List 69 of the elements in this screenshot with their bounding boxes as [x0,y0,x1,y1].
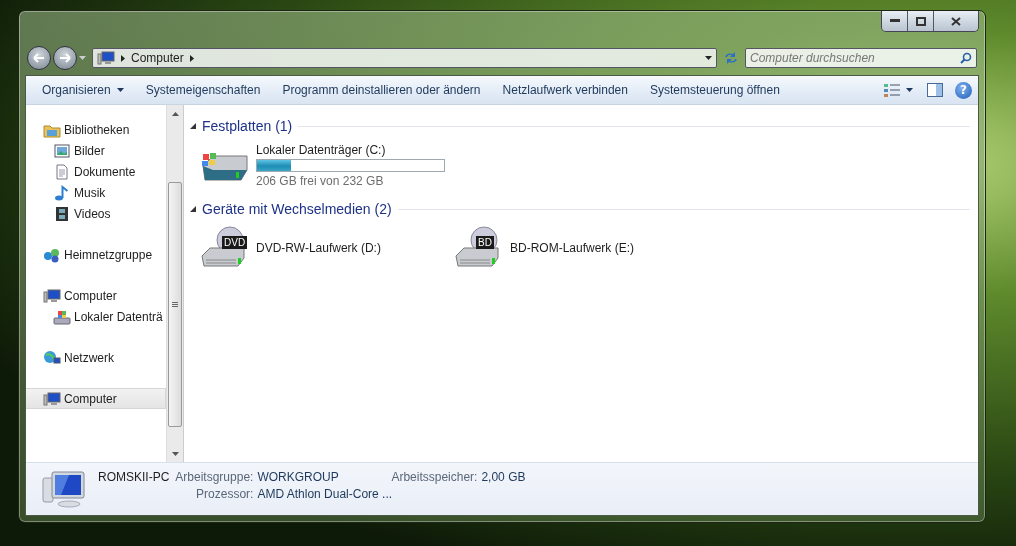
detail-label: Arbeitsspeicher: [391,470,478,484]
collapse-triangle-icon[interactable] [190,123,196,129]
computer-icon [43,390,61,407]
nav-item[interactable]: Bilder [26,140,166,161]
nav-item[interactable]: Computer [26,285,166,306]
forward-button[interactable] [53,46,77,70]
back-button[interactable] [27,46,51,70]
command-button[interactable]: Netzlaufwerk verbinden [492,79,638,101]
details-view-icon [884,83,900,97]
chevron-icon[interactable] [189,54,194,62]
drive-name: BD-ROM-Laufwerk (E:) [510,241,634,255]
nav-item[interactable]: Computer [26,388,166,409]
command-button[interactable]: Systemsteuerung öffnen [639,79,790,101]
nav-item[interactable]: Bibliotheken [26,119,166,140]
nav-item[interactable]: Heimnetzgruppe [26,244,166,265]
detail-label: Prozessor: [195,487,254,501]
left-arrow-icon [33,53,45,63]
computer-icon [43,287,61,304]
nav-item[interactable]: Dokumente [26,161,166,182]
grip-icon [172,302,178,307]
film-icon [53,205,71,222]
search-icon [960,52,972,64]
command-button[interactable]: Organisieren [32,79,134,101]
detail-value: 2,00 GB [481,470,526,484]
close-icon [951,16,961,26]
command-button[interactable]: Programm deinstallieren oder ändern [272,79,491,101]
nav-item[interactable]: Lokaler Datenträ [26,306,166,327]
scrollbar-thumb[interactable] [168,182,182,427]
command-button[interactable]: Systemeigenschaften [135,79,271,101]
detail-value: AMD Athlon Dual-Core ... [257,487,394,501]
document-icon [53,163,71,180]
homegroup-icon [43,246,61,263]
network-globe-icon [43,349,61,366]
nav-item[interactable]: Musik [26,182,166,203]
nav-item[interactable]: Netzwerk [26,347,166,368]
group-header[interactable]: Festplatten (1) [202,118,293,134]
detail-value: WORKGROUP [257,470,340,484]
scrollbar[interactable] [166,105,184,462]
group-header[interactable]: Geräte mit Wechselmedien (2) [202,201,392,217]
right-arrow-icon [59,53,71,63]
drive-icon [53,308,71,325]
caret-icon [906,88,913,92]
minimize-icon [889,19,900,23]
drive-name: DVD-RW-Laufwerk (D:) [256,241,381,255]
free-space-text: 206 GB frei von 232 GB [256,174,385,188]
close-button[interactable] [934,11,978,31]
picture-icon [53,142,71,159]
breadcrumb[interactable]: Computer [131,51,184,65]
drive-item[interactable]: DVD DVD-RW-Laufwerk (D:) [200,224,454,272]
computer-monitor-icon [42,470,86,508]
nav-item[interactable]: Videos [26,203,166,224]
up-arrow-icon [171,111,179,116]
detail-label: Arbeitsgruppe: [175,470,254,484]
computer-icon [97,50,115,66]
computer-name: ROMSKII-PC [98,470,171,484]
maximize-button[interactable] [908,11,934,31]
maximize-icon [915,16,926,26]
collapse-triangle-icon[interactable] [190,206,196,212]
drive-name: Lokaler Datenträger (C:) [256,143,387,157]
chevron-icon[interactable] [121,54,125,62]
drive-item[interactable]: Lokaler Datenträger (C:) 206 GB frei von 232 GB [200,141,454,190]
search-field[interactable]: Computer durchsuchen [745,48,977,68]
minimize-button[interactable] [882,11,908,31]
pane-icon [927,83,943,97]
caret-icon[interactable] [705,56,712,60]
address-bar[interactable]: Computer [92,48,717,68]
music-note-icon [53,184,71,201]
down-arrow-icon [171,451,179,456]
drive-item[interactable]: BD BD-ROM-Laufwerk (E:) [454,224,708,272]
